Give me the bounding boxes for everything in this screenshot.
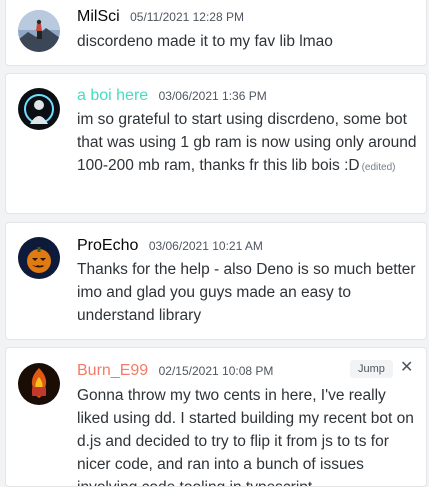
message-content: im so grateful to start using discrdeno,… xyxy=(77,108,418,179)
message-timestamp: 03/06/2021 1:36 PM xyxy=(158,89,267,103)
message-content: Gonna throw my two cents in here, I've r… xyxy=(77,387,414,486)
message-timestamp: 05/11/2021 12:28 PM xyxy=(130,10,244,24)
author-name[interactable]: MilSci xyxy=(77,8,120,25)
message-card: Burn_E99 02/15/2021 10:08 PM Jump ✕ Gonn… xyxy=(5,347,427,487)
pumpkin-avatar-icon xyxy=(18,237,60,279)
fire-avatar-icon xyxy=(18,363,60,405)
author-name[interactable]: Burn_E99 xyxy=(77,362,148,379)
mountain-avatar-icon xyxy=(18,10,60,52)
author-name[interactable]: a boi here xyxy=(77,87,148,104)
avatar[interactable] xyxy=(18,237,60,279)
close-icon[interactable]: ✕ xyxy=(400,359,413,377)
message-timestamp: 03/06/2021 10:21 AM xyxy=(148,239,263,253)
avatar[interactable] xyxy=(18,10,60,52)
message-card: MilSci 05/11/2021 12:28 PM discordeno ma… xyxy=(5,0,427,66)
avatar[interactable] xyxy=(18,363,60,405)
message-card: a boi here 03/06/2021 1:36 PM im so grat… xyxy=(5,73,427,214)
edited-label: (edited) xyxy=(361,162,396,173)
message-card: ProEcho 03/06/2021 10:21 AM Thanks for t… xyxy=(5,222,427,340)
author-name[interactable]: ProEcho xyxy=(77,237,138,254)
avatar[interactable] xyxy=(18,88,60,130)
message-content: Thanks for the help - also Deno is so mu… xyxy=(77,261,416,324)
message-content: discordeno made it to my fav lib lmao xyxy=(77,33,333,50)
message-timestamp: 02/15/2021 10:08 PM xyxy=(158,364,274,378)
silhouette-avatar-icon xyxy=(18,88,60,130)
jump-button[interactable]: Jump xyxy=(350,360,393,378)
